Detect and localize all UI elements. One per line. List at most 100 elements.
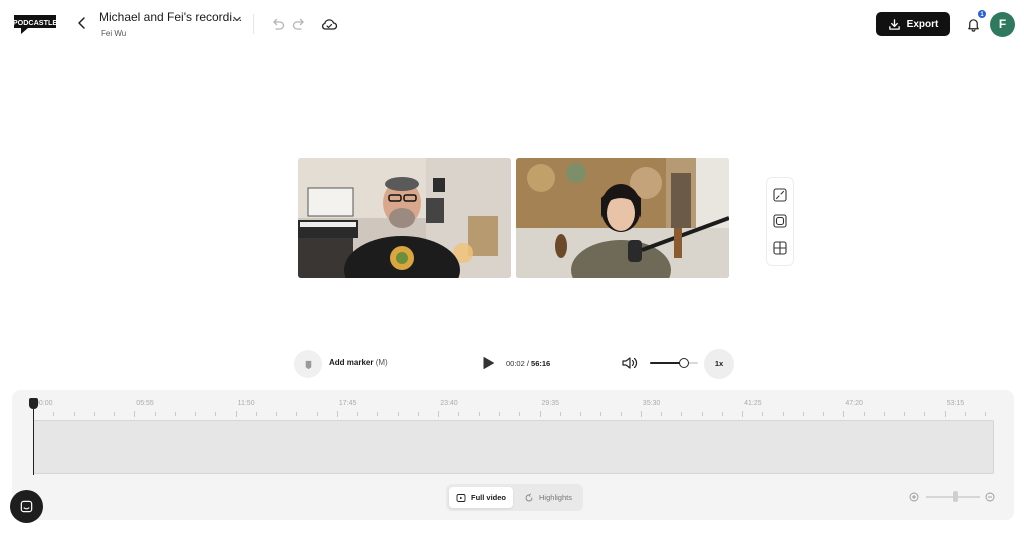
timeline-tick-label: 53:15 [946, 400, 965, 407]
timeline-tick [802, 412, 804, 416]
layout-panel [766, 177, 794, 266]
timeline-tick [681, 412, 683, 416]
zoom-out-icon[interactable] [985, 492, 995, 502]
timeline-tick [296, 412, 298, 416]
timeline-tick-label: 29:35 [541, 400, 560, 407]
export-button[interactable]: Export [876, 12, 950, 36]
play-icon[interactable] [481, 356, 495, 370]
timeline-tick [255, 412, 257, 416]
time-current: 00:02 [506, 359, 525, 368]
timeline-tick-label: 41:25 [744, 400, 762, 407]
marker-shortcut: (M) [375, 358, 388, 367]
timeline-tick [924, 412, 926, 416]
timeline-tick [843, 411, 845, 417]
marker-flag-icon [303, 359, 314, 370]
timeline-tick [762, 412, 764, 416]
timeline-tick [417, 412, 419, 416]
speaker-video-fei [516, 158, 729, 278]
add-marker-button[interactable] [294, 350, 322, 378]
playback-speed-button[interactable]: 1x [704, 349, 734, 379]
redo-icon[interactable] [291, 16, 307, 32]
timeline-tick [661, 412, 663, 416]
full-video-label: Full video [471, 493, 507, 502]
timeline-tick [985, 412, 987, 416]
timeline-tick-label: 35:30 [642, 400, 661, 407]
time-total: 56:16 [531, 359, 551, 368]
timeline-tick [580, 412, 582, 416]
timeline-tick [438, 411, 440, 417]
timeline-tick [276, 412, 278, 416]
add-marker-label[interactable]: Add marker (M) [329, 358, 388, 367]
timeline-tick [53, 412, 55, 416]
svg-text:PODCASTLE: PODCASTLE [13, 18, 58, 27]
timeline-tick [397, 412, 399, 416]
timeline-tick [195, 412, 197, 416]
zoom-in-icon[interactable] [909, 492, 919, 502]
timeline-tick [620, 412, 622, 416]
timeline-tick [539, 411, 541, 417]
timeline-tick-label: 17:45 [338, 400, 357, 407]
timeline-tick [823, 412, 825, 416]
timeline-tick [559, 412, 561, 416]
timeline-tick [357, 412, 359, 416]
podcastle-logo[interactable]: PODCASTLE [12, 12, 58, 36]
download-icon [888, 18, 901, 31]
timeline-tick [114, 412, 116, 416]
user-avatar[interactable]: F [990, 12, 1015, 37]
volume-handle[interactable] [678, 358, 689, 368]
timeline-tick-label: 23:40 [440, 400, 458, 407]
timeline-tick [742, 411, 744, 417]
playback-time: 00:02 / 56:16 [506, 359, 550, 368]
highlights-tab[interactable]: Highlights [517, 487, 579, 508]
full-video-tab[interactable]: Full video [449, 487, 514, 508]
chat-icon[interactable] [10, 490, 43, 523]
volume-icon[interactable] [621, 355, 638, 371]
timeline-tick [904, 412, 906, 416]
timeline-tick [235, 411, 237, 417]
playhead-handle[interactable] [29, 398, 38, 409]
timeline-tick [316, 412, 318, 416]
timeline-tick [478, 412, 480, 416]
timeline-tick [377, 412, 379, 416]
notification-badge: 1 [977, 9, 987, 19]
timeline-tick [93, 412, 95, 416]
header-divider [253, 14, 254, 34]
layout-split-icon[interactable] [772, 187, 788, 203]
timeline-tick [215, 412, 217, 416]
export-label: Export [906, 18, 939, 30]
timeline-tick-label: 05:55 [136, 400, 154, 407]
undo-icon[interactable] [270, 16, 286, 32]
marker-label-text: Add marker [329, 358, 374, 367]
cloud-sync-icon[interactable] [320, 15, 338, 33]
timeline-tick [519, 412, 521, 416]
speaker-video-michael [298, 158, 511, 278]
timeline-tick [154, 412, 156, 416]
project-owner: Fei Wu [101, 29, 127, 38]
timeline-tick [498, 412, 500, 416]
timeline-tick [336, 411, 338, 417]
highlights-icon [524, 493, 534, 503]
timeline-tick [701, 412, 703, 416]
timeline-tick [782, 412, 784, 416]
timeline-tick [600, 412, 602, 416]
timeline-tick [721, 412, 723, 416]
timeline-tick [174, 412, 176, 416]
timeline-tick [964, 412, 966, 416]
layout-grid-icon[interactable] [772, 240, 788, 256]
highlights-label: Highlights [539, 493, 572, 502]
chevron-down-icon[interactable] [231, 13, 243, 25]
video-track[interactable] [33, 420, 994, 474]
playhead-line [33, 405, 34, 475]
project-title[interactable]: Michael and Fei's recordi... [99, 10, 242, 24]
timeline-tick [640, 411, 642, 417]
timeline-tick [883, 412, 885, 416]
view-toggle: Full video Highlights [446, 484, 583, 511]
volume-slider[interactable] [650, 362, 698, 364]
timeline-tick-label: 11:50 [237, 400, 255, 407]
back-chevron-icon[interactable] [74, 15, 90, 31]
timeline-tick [944, 411, 946, 417]
timeline-tick [134, 411, 136, 417]
timeline-tick [73, 412, 75, 416]
zoom-handle[interactable] [953, 491, 958, 502]
layout-speaker-icon[interactable] [772, 213, 788, 229]
